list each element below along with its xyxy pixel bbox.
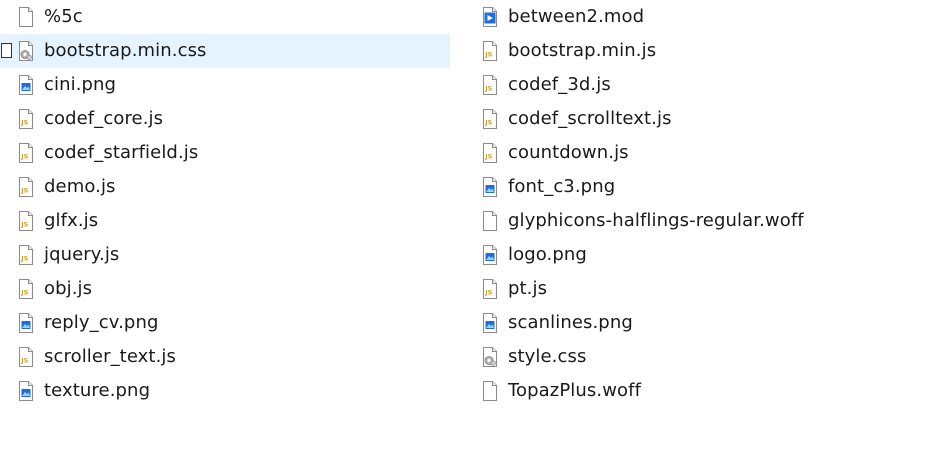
svg-text:JS: JS bbox=[484, 119, 492, 127]
selection-checkbox[interactable] bbox=[1, 43, 12, 58]
file-item[interactable]: JS scroller_text.js bbox=[0, 340, 450, 374]
svg-text:JS: JS bbox=[20, 289, 28, 297]
file-item[interactable]: texture.png bbox=[0, 374, 450, 408]
file-name: logo.png bbox=[508, 244, 587, 265]
file-name: codef_scrolltext.js bbox=[508, 108, 672, 129]
file-name: between2.mod bbox=[508, 6, 645, 27]
file-item[interactable]: JS glfx.js bbox=[0, 204, 450, 238]
file-item[interactable]: JS codef_core.js bbox=[0, 102, 450, 136]
file-item[interactable]: TopazPlus.woff bbox=[464, 374, 931, 408]
file-name: codef_core.js bbox=[44, 108, 164, 129]
file-item[interactable]: %5c bbox=[0, 0, 450, 34]
generic-file-icon bbox=[482, 211, 498, 231]
file-name: bootstrap.min.js bbox=[508, 40, 657, 61]
file-item[interactable]: logo.png bbox=[464, 238, 931, 272]
svg-text:JS: JS bbox=[20, 357, 28, 365]
image-file-icon bbox=[482, 313, 498, 333]
file-list-view: %5c bootstrap.min.css cini.png JS codef_core… bbox=[0, 0, 931, 458]
file-item[interactable]: JS codef_scrolltext.js bbox=[464, 102, 931, 136]
file-name: bootstrap.min.css bbox=[44, 40, 207, 61]
file-item[interactable]: JS codef_starfield.js bbox=[0, 136, 450, 170]
image-file-icon bbox=[482, 245, 498, 265]
js-file-icon: JS bbox=[18, 279, 34, 299]
js-file-icon: JS bbox=[482, 279, 498, 299]
file-name: codef_3d.js bbox=[508, 74, 611, 95]
svg-text:JS: JS bbox=[20, 255, 28, 263]
file-name: jquery.js bbox=[44, 244, 120, 265]
file-item[interactable]: style.css bbox=[464, 340, 931, 374]
js-file-icon: JS bbox=[18, 211, 34, 231]
js-file-icon: JS bbox=[482, 75, 498, 95]
generic-file-icon bbox=[18, 7, 34, 27]
file-item[interactable]: reply_cv.png bbox=[0, 306, 450, 340]
js-file-icon: JS bbox=[482, 143, 498, 163]
js-file-icon: JS bbox=[482, 109, 498, 129]
media-file-icon bbox=[482, 7, 498, 27]
file-item[interactable]: glyphicons-halflings-regular.woff bbox=[464, 204, 931, 238]
file-name: TopazPlus.woff bbox=[508, 380, 642, 401]
js-file-icon: JS bbox=[18, 143, 34, 163]
image-file-icon bbox=[18, 381, 34, 401]
svg-text:JS: JS bbox=[484, 289, 492, 297]
file-item[interactable]: cini.png bbox=[0, 68, 450, 102]
file-name: scanlines.png bbox=[508, 312, 633, 333]
image-file-icon bbox=[18, 313, 34, 333]
file-item[interactable]: font_c3.png bbox=[464, 170, 931, 204]
css-file-icon bbox=[482, 347, 498, 367]
file-item[interactable]: JS codef_3d.js bbox=[464, 68, 931, 102]
js-file-icon: JS bbox=[18, 109, 34, 129]
file-name: countdown.js bbox=[508, 142, 629, 163]
svg-text:JS: JS bbox=[20, 153, 28, 161]
svg-text:JS: JS bbox=[20, 221, 28, 229]
file-item[interactable]: JS bootstrap.min.js bbox=[464, 34, 931, 68]
file-column-right: between2.mod JS bootstrap.min.js JS codef_3d… bbox=[464, 0, 931, 408]
file-item[interactable]: JS demo.js bbox=[0, 170, 450, 204]
js-file-icon: JS bbox=[18, 245, 34, 265]
css-file-icon bbox=[18, 41, 34, 61]
js-file-icon: JS bbox=[18, 347, 34, 367]
file-item[interactable]: JS obj.js bbox=[0, 272, 450, 306]
svg-text:JS: JS bbox=[484, 51, 492, 59]
file-item[interactable]: JS jquery.js bbox=[0, 238, 450, 272]
file-name: font_c3.png bbox=[508, 176, 616, 197]
svg-text:JS: JS bbox=[20, 187, 28, 195]
file-item[interactable]: bootstrap.min.css bbox=[0, 34, 450, 68]
file-name: style.css bbox=[508, 346, 587, 367]
file-name: demo.js bbox=[44, 176, 116, 197]
file-name: cini.png bbox=[44, 74, 117, 95]
file-name: glfx.js bbox=[44, 210, 99, 231]
generic-file-icon bbox=[482, 381, 498, 401]
file-name: %5c bbox=[44, 6, 83, 27]
js-file-icon: JS bbox=[482, 41, 498, 61]
file-item[interactable]: scanlines.png bbox=[464, 306, 931, 340]
file-item[interactable]: JS pt.js bbox=[464, 272, 931, 306]
svg-text:JS: JS bbox=[484, 85, 492, 93]
svg-text:JS: JS bbox=[484, 153, 492, 161]
image-file-icon bbox=[18, 75, 34, 95]
file-name: scroller_text.js bbox=[44, 346, 176, 367]
file-name: reply_cv.png bbox=[44, 312, 159, 333]
file-name: obj.js bbox=[44, 278, 93, 299]
file-name: texture.png bbox=[44, 380, 151, 401]
file-item[interactable]: between2.mod bbox=[464, 0, 931, 34]
svg-text:JS: JS bbox=[20, 119, 28, 127]
file-name: codef_starfield.js bbox=[44, 142, 199, 163]
file-name: pt.js bbox=[508, 278, 548, 299]
image-file-icon bbox=[482, 177, 498, 197]
file-column-left: %5c bootstrap.min.css cini.png JS codef_core… bbox=[0, 0, 450, 408]
file-name: glyphicons-halflings-regular.woff bbox=[508, 210, 804, 231]
file-item[interactable]: JS countdown.js bbox=[464, 136, 931, 170]
js-file-icon: JS bbox=[18, 177, 34, 197]
